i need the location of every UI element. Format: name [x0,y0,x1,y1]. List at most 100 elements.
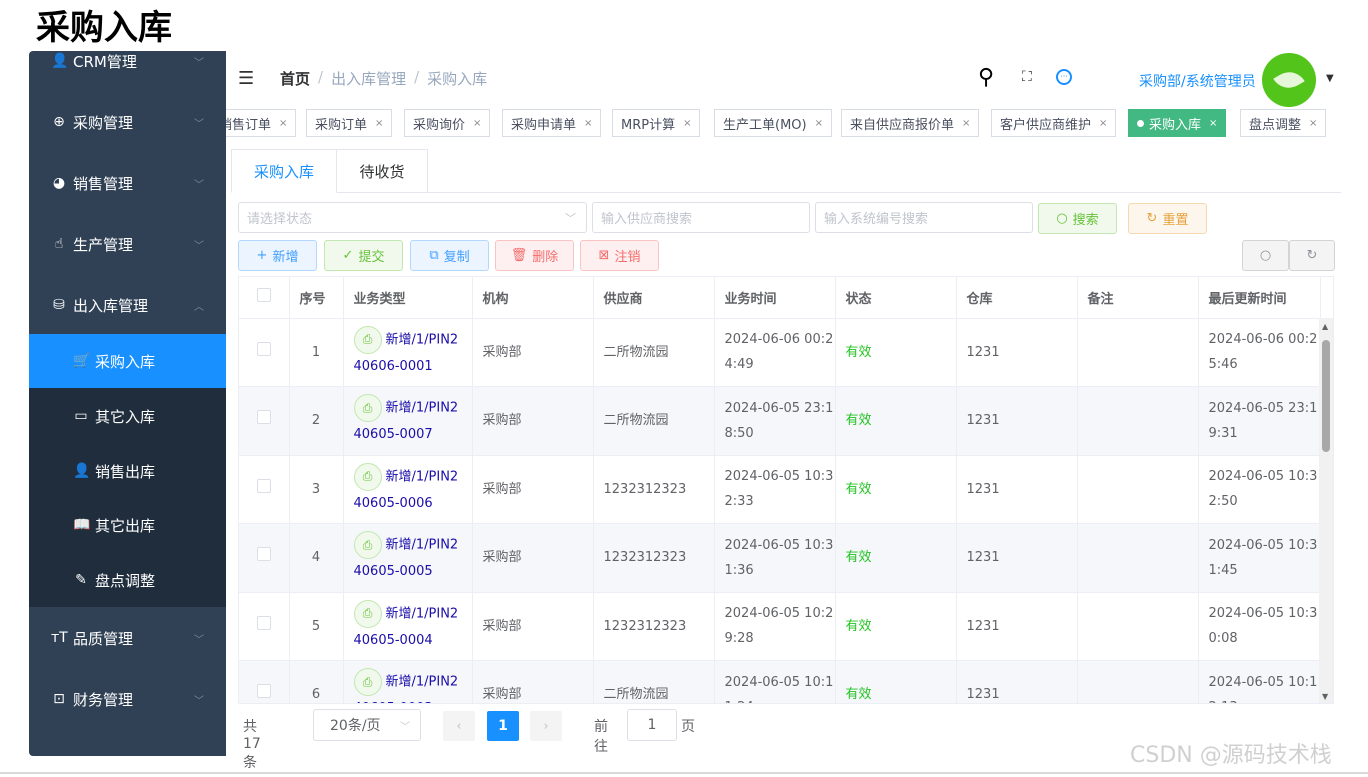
close-icon[interactable]: × [1309,118,1317,129]
page-number-current[interactable]: 1 [487,711,519,741]
sidebar-item-quality[interactable]: ᴛT 品质管理 ﹀ [29,611,226,665]
breadcrumb-home[interactable]: 首页 [280,68,310,89]
row-checkbox[interactable] [256,410,271,425]
business-code-link[interactable]: 40605-0004 [354,633,433,648]
business-code-link[interactable]: 40605-0005 [354,564,433,579]
tag-purchase-request[interactable]: 采购申请单 × [502,109,602,137]
row-checkbox[interactable] [256,684,271,699]
updated-time-cell: 2024-06-05 10:3 1:45 [1198,523,1321,593]
submit-button[interactable]: ✓ 提交 [324,240,403,271]
tag-customer-supplier[interactable]: 客户供应商维护 × [991,109,1117,137]
tag-sales-order[interactable]: 销售订单 × [226,109,297,137]
add-button[interactable]: + 新增 [238,240,317,271]
tag-supplier-quote[interactable]: 来自供应商报价单 × [841,109,980,137]
close-icon[interactable]: × [473,118,481,129]
tag-stock-adjust[interactable]: 盘点调整 × [1240,109,1327,137]
sidebar-subitem-other-outbound[interactable]: 📖 其它出库 [29,498,226,552]
sidebar-subitem-other-inbound[interactable]: ▭ 其它入库 [29,389,226,443]
avatar[interactable] [1262,53,1316,107]
close-icon[interactable]: × [1209,118,1217,129]
sidebar-subitem-sales-outbound[interactable]: 👤 销售出库 [29,444,226,498]
chat-icon[interactable]: ··· [1056,69,1072,85]
printer-icon[interactable]: ⎙ [353,462,382,491]
business-type-link[interactable]: 新增/1/PIN2 [386,469,459,484]
business-time-line: 2024-06-05 10:3 [724,537,834,553]
sidebar-item-crm[interactable]: 👤 CRM管理 ﹀ [29,51,226,88]
printer-icon[interactable]: ⎙ [353,394,382,423]
vertical-scrollbar[interactable]: ▲ ▼ [1319,318,1333,703]
toggle-search-button[interactable]: ○ [1242,240,1289,271]
copy-button[interactable]: ⧉ 复制 [410,240,489,271]
supplier-search-input[interactable]: 输入供应商搜索 [592,202,810,233]
row-checkbox[interactable] [256,478,271,493]
business-type-link[interactable]: 新增/1/PIN2 [386,606,459,621]
next-page-button[interactable]: › [530,711,562,741]
sidebar-item-sales[interactable]: ◕ 销售管理 ﹀ [29,156,226,210]
row-checkbox[interactable] [256,341,271,356]
business-code-link[interactable]: 40606-0001 [354,359,433,374]
business-code-link[interactable]: 40605-0003 [354,701,433,703]
scroll-down-icon[interactable]: ▼ [1322,692,1328,701]
tag-purchase-inquiry[interactable]: 采购询价 × [404,109,491,137]
tab-pending-receipt[interactable]: 待收货 [337,149,428,193]
close-icon[interactable]: × [683,118,691,129]
table-row[interactable]: 1 ⎙ 新增/1/PIN2 40606-0001 采购部 二所物流园 2024-06-06 … [239,318,1321,387]
user-department[interactable]: 采购部/系统管理员 [1139,71,1256,91]
business-code-link[interactable]: 40605-0006 [354,496,433,511]
goto-page-input[interactable]: 1 [627,709,677,741]
row-checkbox[interactable] [256,615,271,630]
pagination-total: 共 17 条 [243,719,261,771]
cancel-button[interactable]: ⊠ 注销 [580,240,659,271]
fullscreen-icon[interactable]: ⛶ [1022,69,1032,85]
search-button[interactable]: ○ 搜索 [1038,203,1117,234]
reset-button[interactable]: ↻ 重置 [1128,203,1207,234]
row-checkbox[interactable] [256,547,271,562]
business-code-link[interactable]: 40605-0007 [354,427,433,442]
printer-icon[interactable]: ⎙ [353,531,382,560]
close-icon[interactable]: × [279,118,287,129]
search-icon[interactable]: ⚲ [978,65,994,90]
delete-button-label: 删除 [532,250,559,265]
close-icon[interactable]: × [584,118,592,129]
tag-mrp[interactable]: MRP计算 × [612,109,701,137]
printer-icon[interactable]: ⎙ [353,325,382,354]
business-time-line: 1:24 [725,700,754,703]
sidebar-item-production[interactable]: ☝ 生产管理 ﹀ [29,217,226,271]
hamburger-icon[interactable]: ☰ [238,68,254,89]
code-search-input[interactable]: 输入系统编号搜索 [815,202,1033,233]
scroll-up-icon[interactable]: ▲ [1322,322,1328,331]
table-row[interactable]: 3 ⎙ 新增/1/PIN2 40605-0006 采购部 1232312323 2024-0… [239,455,1321,524]
close-icon[interactable]: × [375,118,383,129]
sidebar-item-inventory[interactable]: ⛁ 出入库管理 ︿ [29,278,226,332]
delete-button[interactable]: 🗑 删除 [495,240,574,271]
scrollbar-thumb[interactable] [1322,340,1330,452]
tag-purchase-inbound[interactable]: 采购入库 × [1128,109,1227,137]
table-row[interactable]: 4 ⎙ 新增/1/PIN2 40605-0005 采购部 1232312323 2024-0… [239,523,1321,593]
tag-label: 客户供应商维护 [1000,117,1092,133]
table-row[interactable]: 6⎙新增/1/PIN240605-0003采购部二所物流园2024-06-05 … [239,660,1321,703]
table-row[interactable]: 5 ⎙ 新增/1/PIN2 40605-0004 采购部 1232312323 2024-0… [239,592,1321,661]
tag-work-order[interactable]: 生产工单(MO) × [714,109,832,137]
business-type-link[interactable]: 新增/1/PIN2 [386,401,459,416]
table-row[interactable]: 2 ⎙ 新增/1/PIN2 40605-0007 采购部 二所物流园 2024-06-05 … [239,386,1321,456]
caret-down-icon[interactable]: ▼ [1326,73,1334,84]
close-icon[interactable]: × [1099,118,1107,129]
page-size-select[interactable]: 20条/页 ﹀ [313,709,421,741]
refresh-button[interactable]: ↻ [1289,240,1335,271]
prev-page-button[interactable]: ‹ [443,711,475,741]
select-all-checkbox[interactable] [256,288,271,303]
business-type-link[interactable]: 新增/1/PIN2 [386,332,459,347]
sidebar-item-purchase[interactable]: ⊕ 采购管理 ﹀ [29,95,226,149]
close-icon[interactable]: × [962,118,970,129]
business-type-link[interactable]: 新增/1/PIN2 [386,675,459,690]
tag-purchase-order[interactable]: 采购订单 × [306,109,393,137]
sidebar-subitem-stock-adjust[interactable]: ✎ 盘点调整 [29,553,226,607]
tab-purchase-inbound[interactable]: 采购入库 [231,149,337,193]
sidebar-subitem-purchase-inbound[interactable]: 🛒 采购入库 [29,334,226,388]
business-type-link[interactable]: 新增/1/PIN2 [386,538,459,553]
status-select[interactable]: 请选择状态 ﹀ [238,202,587,233]
printer-icon[interactable]: ⎙ [353,599,382,628]
close-icon[interactable]: × [815,118,823,129]
sidebar-item-finance[interactable]: ⊡ 财务管理 ﹀ [29,672,226,726]
printer-icon[interactable]: ⎙ [353,668,382,697]
